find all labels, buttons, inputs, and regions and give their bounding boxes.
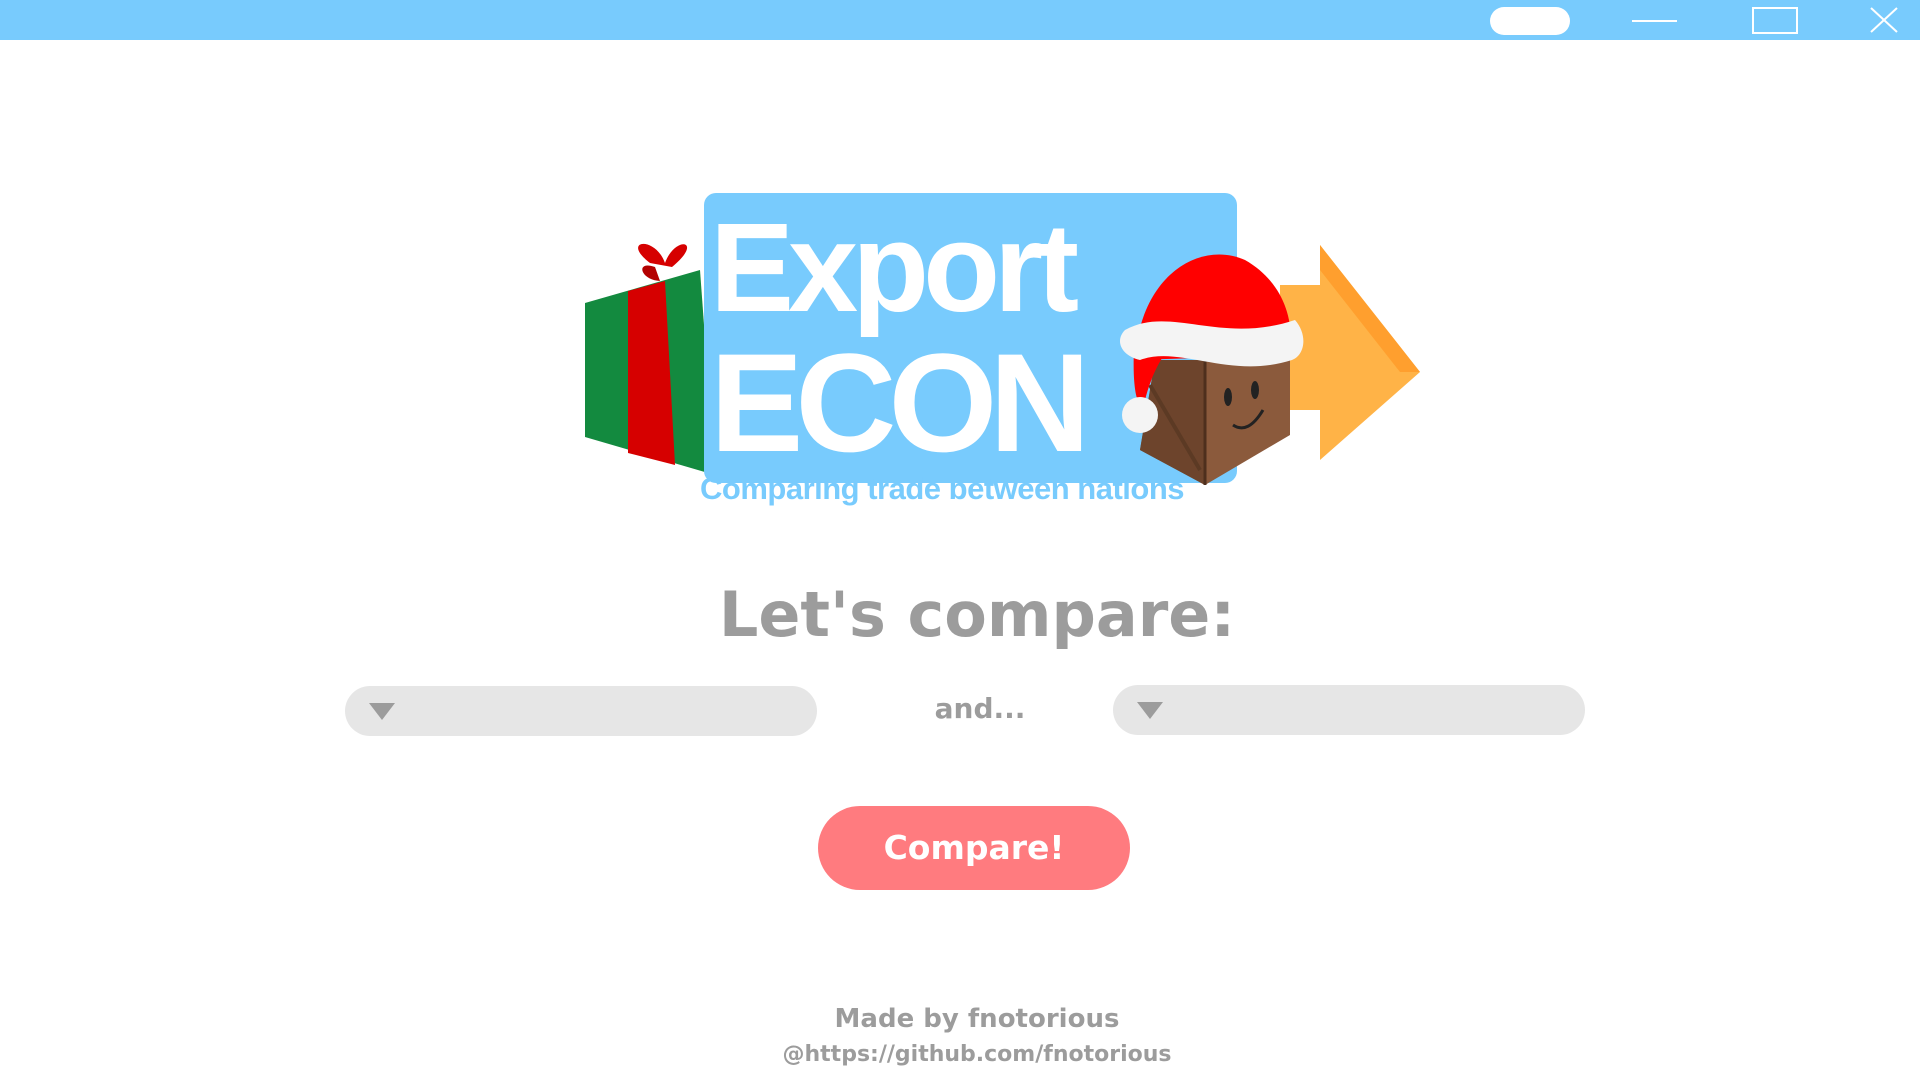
logo-tagline: Comparing trade between nations — [700, 471, 1185, 506]
author-credit: Made by fnotorious — [834, 1004, 1120, 1034]
close-icon — [1870, 7, 1898, 33]
github-link[interactable]: @https://github.com/fnotorious — [0, 1042, 1920, 1067]
export-econ-logo: Export ECON Comparing trade between nati… — [580, 185, 1425, 515]
dropdown-arrow-icon — [369, 703, 395, 720]
arrow-icon — [1280, 245, 1420, 460]
country-select-right[interactable] — [1113, 685, 1585, 735]
logo-word-econ: ECON — [710, 324, 1090, 481]
and-label: and... — [934, 692, 1026, 725]
pill-button[interactable] — [1490, 7, 1570, 35]
country-select-left[interactable] — [345, 686, 817, 736]
logo-word-export: Export — [710, 197, 1079, 338]
title-bar — [0, 0, 1920, 40]
minimize-button[interactable] — [1612, 0, 1692, 40]
maximize-icon — [1752, 7, 1798, 34]
gift-icon — [585, 243, 715, 475]
page-heading: Let's compare: — [718, 578, 1236, 651]
compare-button[interactable]: Compare! — [818, 806, 1130, 890]
maximize-button[interactable] — [1735, 0, 1815, 40]
dropdown-arrow-icon — [1137, 702, 1163, 719]
close-button[interactable] — [1842, 0, 1920, 40]
minimize-icon — [1632, 20, 1677, 22]
